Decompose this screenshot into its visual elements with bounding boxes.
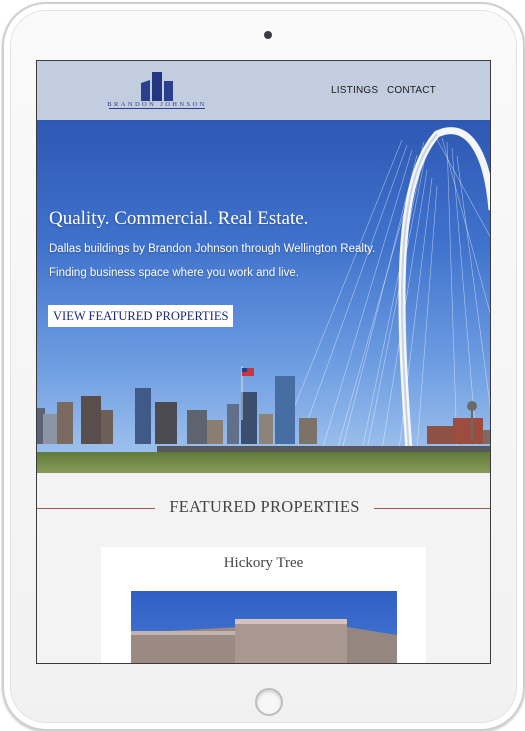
nav-links: LISTINGS CONTACT [325, 85, 436, 96]
nav-listings-link[interactable]: LISTINGS [331, 85, 378, 96]
screen: BRANDON JOHNSON LISTINGS CONTACT Quality… [36, 60, 491, 664]
featured-properties-heading: FEATURED PROPERTIES [169, 497, 360, 516]
featured-section-header: FEATURED PROPERTIES [37, 495, 490, 519]
brand-underline [109, 108, 205, 109]
hero-title: Quality. Commercial. Real Estate. [49, 208, 309, 229]
view-featured-properties-button[interactable]: VIEW FEATURED PROPERTIES [48, 305, 234, 327]
hero-tagline: Finding business space where you work an… [49, 267, 299, 279]
brand-name: BRANDON JOHNSON [107, 101, 207, 108]
brand-logo[interactable]: BRANDON JOHNSON [107, 71, 207, 113]
building-photo [131, 619, 397, 663]
property-photo[interactable] [131, 591, 397, 663]
nav-contact-link[interactable]: CONTACT [387, 85, 436, 96]
camera-icon [264, 31, 272, 39]
building-towers-icon [141, 72, 173, 101]
property-card[interactable]: Hickory Tree [101, 547, 426, 663]
hero-description-line: Dallas buildings by Brandon Johnson thro… [49, 243, 376, 255]
home-button[interactable] [255, 688, 283, 716]
dallas-skyline-bridge-photo [37, 127, 490, 473]
navbar: BRANDON JOHNSON LISTINGS CONTACT [37, 61, 490, 120]
divider-right [374, 508, 490, 509]
hero-banner: Quality. Commercial. Real Estate. Dallas… [37, 120, 490, 473]
property-card-title[interactable]: Hickory Tree [101, 555, 426, 572]
